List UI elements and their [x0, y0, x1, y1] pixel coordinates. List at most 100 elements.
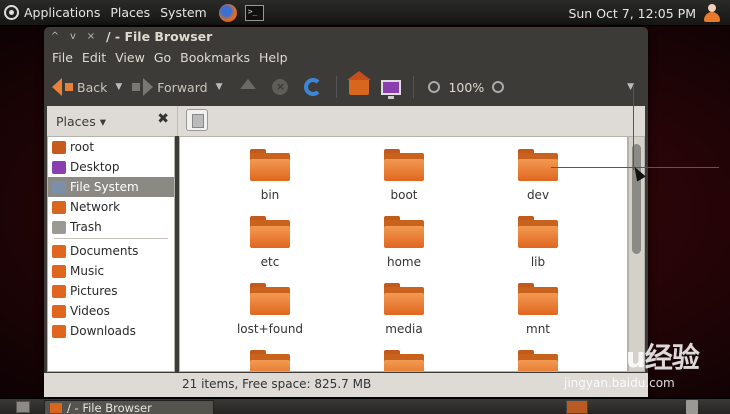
folder-icon — [384, 149, 424, 181]
taskbar-window-button[interactable]: / - File Browser — [44, 400, 214, 414]
forward-history-dropdown-icon[interactable]: ▼ — [216, 82, 223, 92]
system-menu[interactable]: System — [158, 5, 209, 20]
sidebar-item-root[interactable]: root — [48, 137, 174, 157]
sidebar-item-videos[interactable]: Videos — [48, 301, 174, 321]
menu-bookmarks[interactable]: Bookmarks — [180, 50, 250, 65]
forward-button[interactable]: Forward — [132, 78, 208, 96]
folder-icon — [50, 403, 62, 413]
folder-label: bin — [260, 188, 280, 202]
folder-icon — [384, 350, 424, 371]
status-bar: 21 items, Free space: 825.7 MB — [44, 373, 648, 397]
sidebar-item-file-system[interactable]: File System — [48, 177, 174, 197]
sidebar-item-label: Network — [70, 200, 121, 214]
folder-label: boot — [390, 188, 418, 202]
annotation-line-vertical — [633, 86, 634, 170]
minimize-button[interactable]: v — [66, 31, 80, 42]
folder-icon — [518, 350, 558, 371]
sidebar-item-downloads[interactable]: Downloads — [48, 321, 174, 341]
sidebar-header: Places ▾ ✖ — [47, 106, 177, 136]
back-label: Back — [77, 79, 108, 95]
folder-label: mnt — [526, 322, 550, 336]
folder-item[interactable]: boot — [359, 149, 449, 202]
reload-icon[interactable] — [304, 78, 323, 96]
places-menu[interactable]: Places — [108, 5, 152, 20]
folder-item[interactable]: mnt — [493, 283, 583, 336]
terminal-icon[interactable]: >_ — [244, 4, 264, 21]
sidebar-item-label: Documents — [70, 244, 139, 258]
menu-help[interactable]: Help — [259, 50, 288, 65]
folder-item[interactable]: lib — [493, 216, 583, 269]
up-arrow-icon[interactable] — [240, 79, 257, 89]
forward-label: Forward — [157, 79, 208, 95]
folder-icon — [250, 283, 290, 315]
zoom-out-icon[interactable] — [428, 81, 441, 93]
taskbar-window-label: / - File Browser — [67, 401, 152, 414]
network-icon — [52, 200, 66, 214]
music-icon — [52, 264, 66, 278]
folder-label: etc — [260, 255, 280, 269]
folder-item[interactable]: home — [359, 216, 449, 269]
trash-icon — [52, 220, 66, 234]
roll-up-button[interactable]: ^ — [48, 31, 62, 42]
panel-clock[interactable]: Sun Oct 7, 12:05 PM — [568, 6, 696, 21]
trash-applet-icon[interactable] — [686, 400, 698, 414]
folder-item[interactable] — [359, 350, 449, 371]
documents-icon — [52, 244, 66, 258]
sidebar-item-label: Downloads — [70, 324, 136, 338]
computer-icon[interactable] — [381, 79, 402, 99]
sidebar-item-desktop[interactable]: Desktop — [48, 157, 174, 177]
folder-item[interactable]: dev — [493, 149, 583, 202]
watermark-logo: Baidu经验 — [560, 341, 700, 374]
folder-item[interactable] — [225, 350, 315, 371]
folder-icon — [518, 149, 558, 181]
menu-file[interactable]: File — [52, 50, 73, 65]
menu-go[interactable]: Go — [154, 50, 171, 65]
root-icon — [52, 140, 66, 154]
show-desktop-icon[interactable] — [16, 401, 30, 413]
firefox-icon[interactable] — [218, 3, 237, 22]
zoom-level: 100% — [448, 79, 485, 95]
sidebar-item-label: Trash — [70, 220, 102, 234]
window-titlebar[interactable]: ^ v × / - File Browser — [44, 27, 648, 46]
sidebar: root Desktop File System Network Trash Docume… — [47, 136, 175, 372]
sidebar-item-pictures[interactable]: Pictures — [48, 281, 174, 301]
back-button[interactable]: Back — [52, 78, 107, 96]
applications-menu[interactable]: Applications — [22, 5, 102, 20]
menu-edit[interactable]: Edit — [82, 50, 106, 65]
sidebar-item-label: Pictures — [70, 284, 118, 298]
sidebar-item-documents[interactable]: Documents — [48, 241, 174, 261]
pictures-icon — [52, 284, 66, 298]
sidebar-item-network[interactable]: Network — [48, 197, 174, 217]
close-window-button[interactable]: × — [84, 31, 98, 42]
sidebar-divider — [54, 238, 168, 239]
folder-label: lost+found — [236, 322, 304, 336]
sidebar-item-trash[interactable]: Trash — [48, 217, 174, 237]
folder-icon — [250, 216, 290, 248]
home-icon[interactable] — [347, 71, 372, 95]
stop-icon[interactable]: × — [272, 79, 289, 95]
window-title: / - File Browser — [106, 29, 213, 44]
ubuntu-logo-icon[interactable] — [4, 5, 19, 20]
workspace-switcher-icon[interactable] — [566, 400, 588, 414]
path-root-button[interactable] — [186, 109, 208, 131]
close-sidebar-icon[interactable]: ✖ — [157, 111, 169, 127]
folder-item[interactable]: media — [359, 283, 449, 336]
folder-item[interactable]: lost+found — [225, 283, 315, 336]
user-icon[interactable] — [702, 3, 722, 23]
folder-icon — [518, 216, 558, 248]
back-history-dropdown-icon[interactable]: ▼ — [115, 82, 122, 92]
folder-item[interactable]: etc — [225, 216, 315, 269]
places-selector[interactable]: Places ▾ — [56, 114, 106, 129]
videos-icon — [52, 304, 66, 318]
toolbar: Back ▼ Forward ▼ × 100% ▼ — [44, 70, 648, 104]
toolbar-separator — [413, 76, 415, 98]
sidebar-item-music[interactable]: Music — [48, 261, 174, 281]
menu-view[interactable]: View — [115, 50, 145, 65]
folder-label: home — [386, 255, 422, 269]
folder-label: lib — [530, 255, 546, 269]
forward-arrow-icon — [143, 78, 154, 96]
desktop-icon — [52, 160, 66, 174]
folder-item[interactable]: bin — [225, 149, 315, 202]
bottom-panel: / - File Browser — [0, 398, 730, 414]
zoom-in-icon[interactable] — [492, 81, 505, 93]
